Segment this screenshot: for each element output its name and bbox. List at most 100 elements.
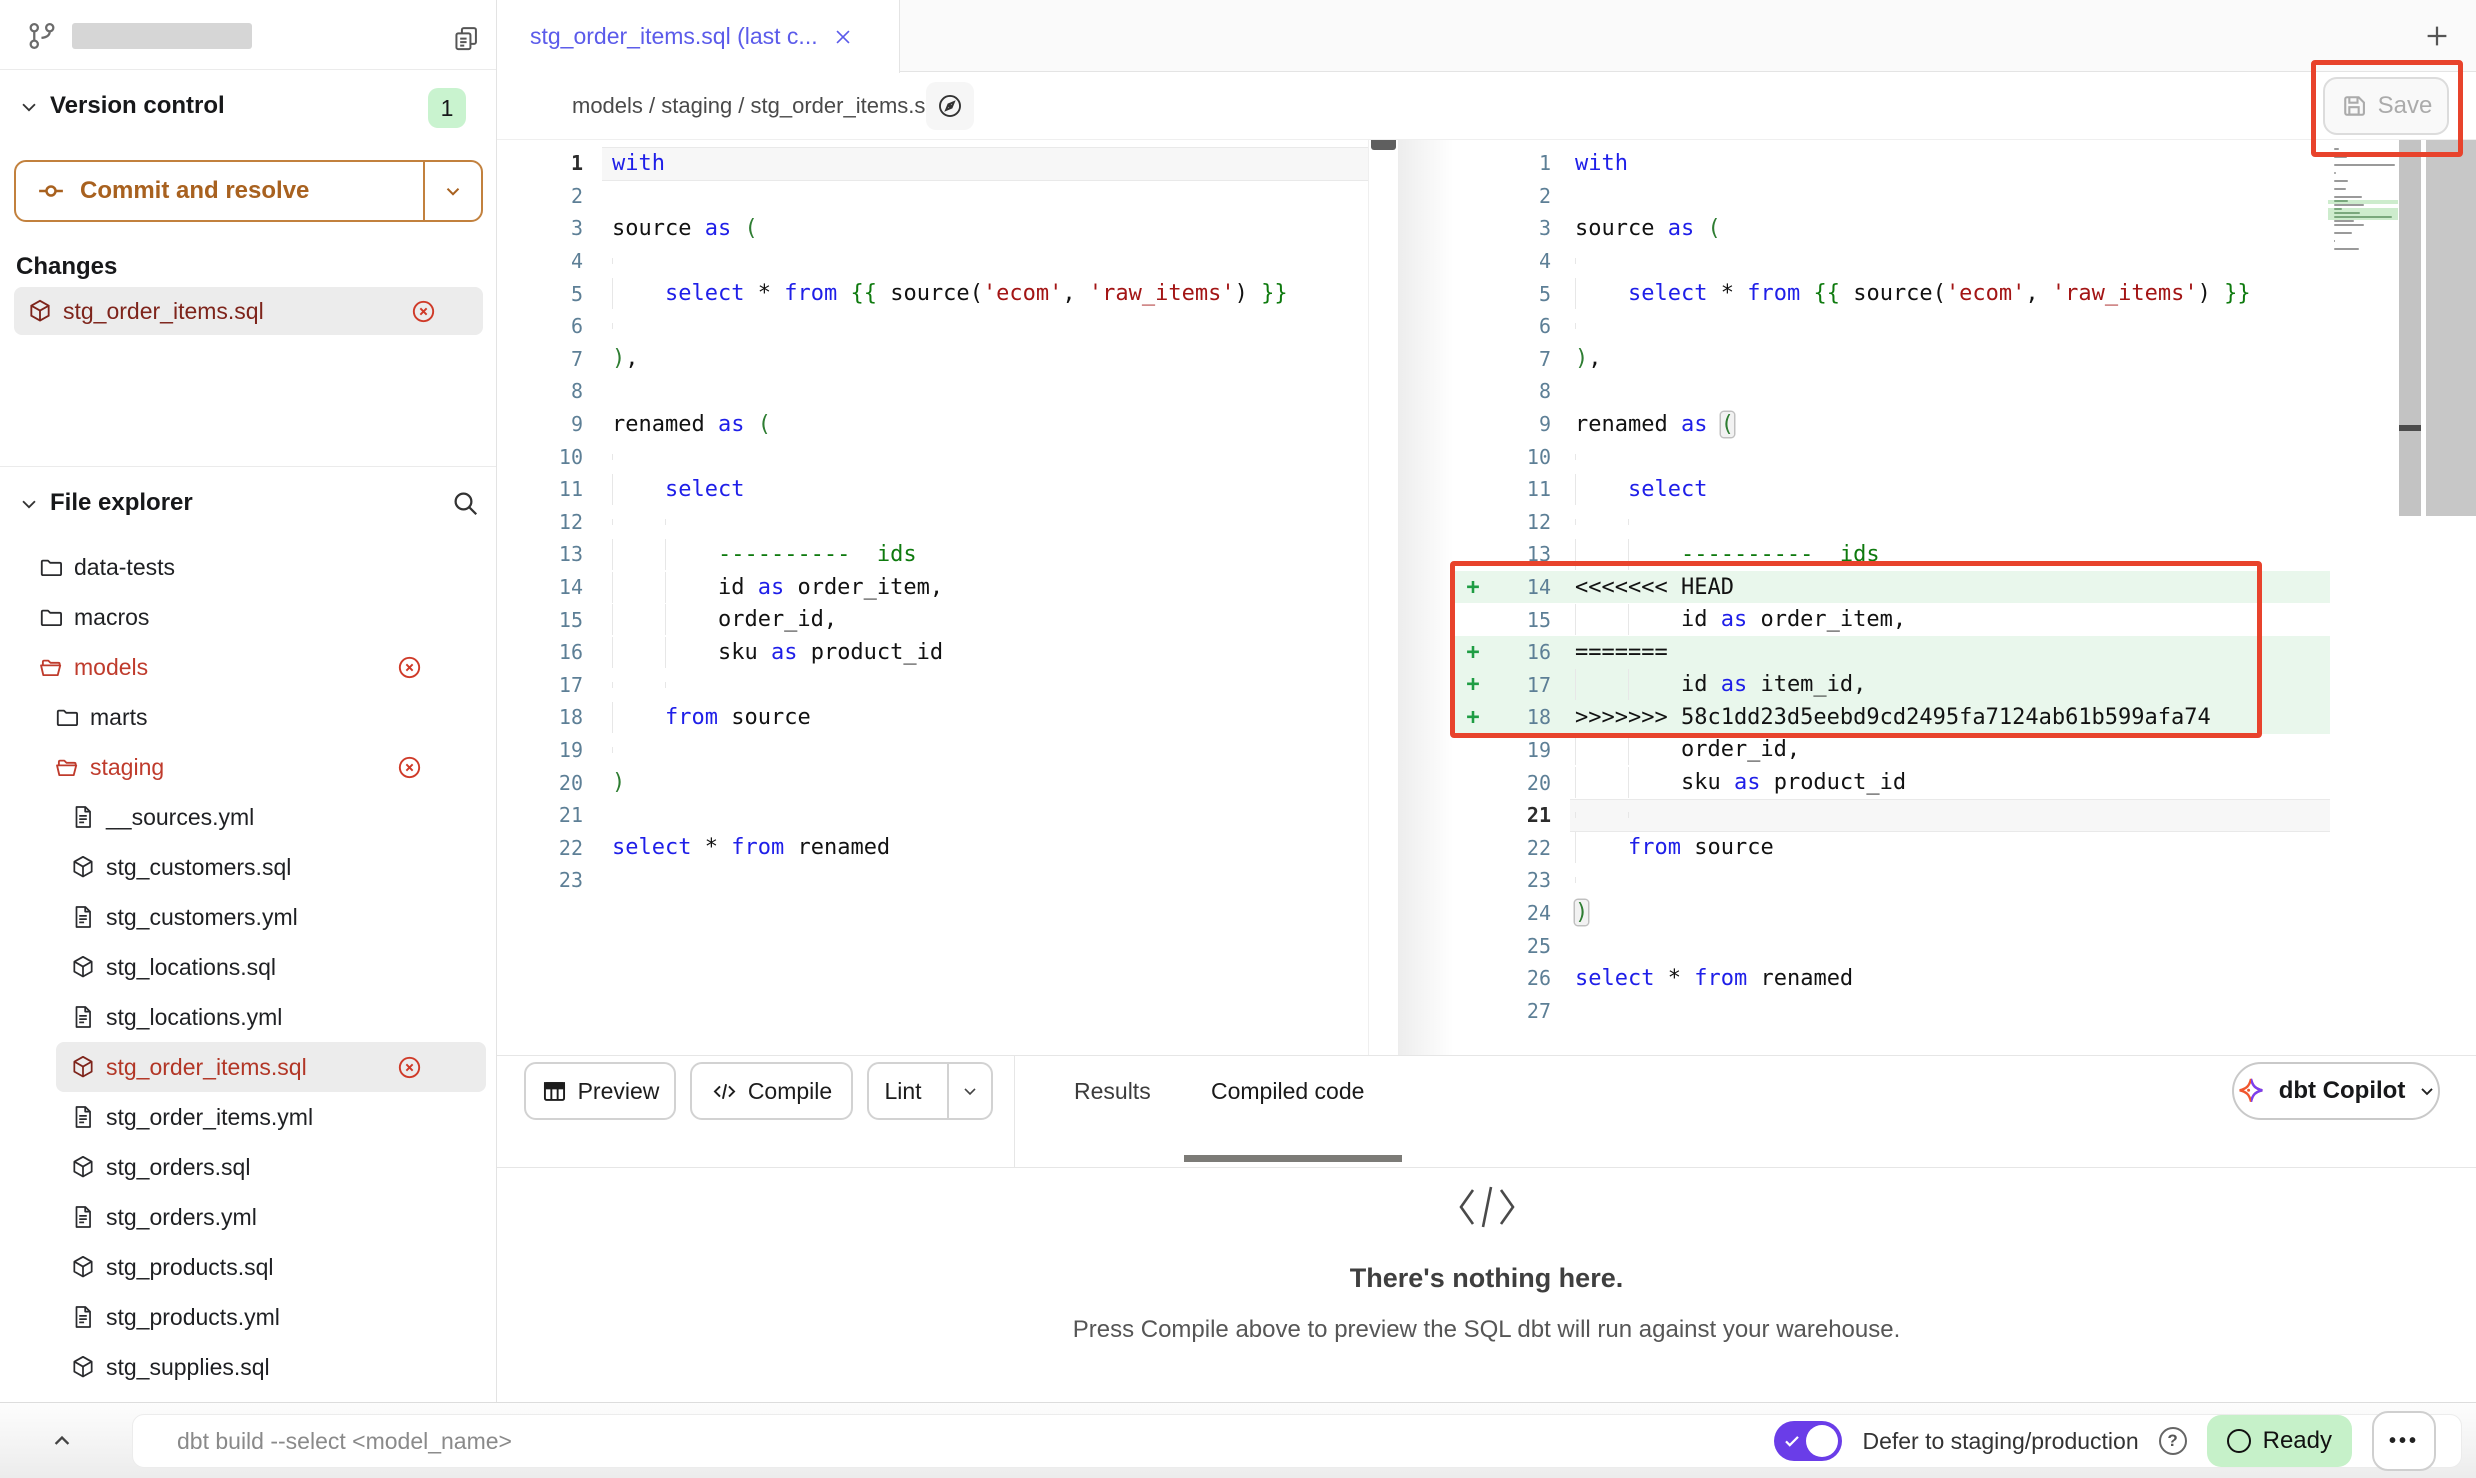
code-line[interactable]: +14<<<<<<< HEAD: [1455, 571, 2330, 604]
preview-button[interactable]: Preview: [524, 1062, 676, 1120]
code-line[interactable]: 23: [1455, 864, 2330, 897]
code-line[interactable]: +16=======: [1455, 636, 2330, 669]
file-row[interactable]: __sources.yml: [0, 792, 496, 842]
code-line[interactable]: 5 select * from {{ source('ecom', 'raw_i…: [1455, 277, 2330, 310]
chevron-down-icon[interactable]: [18, 493, 40, 515]
file-row[interactable]: stg_customers.yml: [0, 892, 496, 942]
save-button[interactable]: Save: [2323, 77, 2449, 135]
code-line[interactable]: 19: [497, 734, 1368, 767]
minimap[interactable]: [2334, 148, 2398, 256]
code-line[interactable]: 17: [497, 669, 1368, 702]
code-line[interactable]: 5 select * from {{ source('ecom', 'raw_i…: [497, 277, 1368, 310]
code-line[interactable]: 10: [497, 440, 1368, 473]
code-line[interactable]: 7),: [1455, 343, 2330, 376]
code-line[interactable]: 26select * from renamed: [1455, 962, 2330, 995]
file-row[interactable]: stg_locations.sql: [0, 942, 496, 992]
code-line[interactable]: 9renamed as (: [1455, 408, 2330, 441]
file-row[interactable]: stg_orders.yml: [0, 1192, 496, 1242]
lint-dropdown-button[interactable]: [947, 1064, 991, 1118]
tab-results[interactable]: Results: [1074, 1056, 1151, 1167]
lint-button[interactable]: Lint: [867, 1062, 993, 1120]
dbt-copilot-button[interactable]: dbt Copilot: [2232, 1062, 2440, 1120]
close-icon[interactable]: [832, 26, 854, 48]
status-ready-badge[interactable]: Ready: [2207, 1415, 2352, 1467]
changed-file-row[interactable]: stg_order_items.sql: [14, 287, 483, 335]
code-line[interactable]: 3source as (: [497, 212, 1368, 245]
code-line[interactable]: 27: [1455, 994, 2330, 1027]
branch-name-placeholder[interactable]: [72, 23, 252, 49]
code-line[interactable]: 9renamed as (: [497, 408, 1368, 441]
circled-x-icon[interactable]: [396, 754, 422, 780]
code-line[interactable]: 4: [1455, 245, 2330, 278]
chevron-up-icon[interactable]: [48, 1427, 76, 1455]
code-line[interactable]: 11 select: [1455, 473, 2330, 506]
commit-dropdown-button[interactable]: [423, 162, 481, 220]
code-line[interactable]: 20): [497, 766, 1368, 799]
code-line[interactable]: 14 id as order_item,: [497, 571, 1368, 604]
code-line[interactable]: 8: [1455, 375, 2330, 408]
file-row[interactable]: stg_supplies.sql: [0, 1342, 496, 1392]
file-row[interactable]: stg_customers.sql: [0, 842, 496, 892]
file-row[interactable]: stg_order_items.yml: [0, 1092, 496, 1142]
file-row[interactable]: stg_orders.sql: [0, 1142, 496, 1192]
code-line[interactable]: 23: [497, 864, 1368, 897]
code-line[interactable]: 10: [1455, 440, 2330, 473]
file-row[interactable]: stg_products.sql: [0, 1242, 496, 1292]
tab-stg-order-items[interactable]: stg_order_items.sql (last c...: [497, 0, 900, 73]
code-line[interactable]: 7),: [497, 343, 1368, 376]
code-line[interactable]: 21: [1455, 799, 2330, 832]
code-line[interactable]: 2: [497, 180, 1368, 213]
copy-icon[interactable]: [452, 24, 480, 52]
file-row[interactable]: marts: [0, 692, 496, 742]
code-line[interactable]: 20 sku as product_id: [1455, 766, 2330, 799]
file-row[interactable]: stg_products.yml: [0, 1292, 496, 1342]
code-line[interactable]: 18 from source: [497, 701, 1368, 734]
file-row[interactable]: stg_order_items.sql: [56, 1042, 486, 1092]
new-tab-button[interactable]: [2422, 21, 2452, 51]
file-row[interactable]: data-tests: [0, 542, 496, 592]
editor-scrollbar[interactable]: [2399, 140, 2421, 516]
code-line[interactable]: 12: [497, 506, 1368, 539]
code-line[interactable]: 11 select: [497, 473, 1368, 506]
chevron-down-icon[interactable]: [18, 96, 40, 118]
search-icon[interactable]: [450, 488, 480, 518]
code-line[interactable]: 6: [1455, 310, 2330, 343]
code-line[interactable]: 15 order_id,: [497, 603, 1368, 636]
code-line[interactable]: 19 order_id,: [1455, 734, 2330, 767]
code-line[interactable]: 12: [1455, 506, 2330, 539]
defer-toggle[interactable]: [1774, 1421, 1842, 1461]
code-line[interactable]: 22 from source: [1455, 831, 2330, 864]
code-line[interactable]: 24): [1455, 897, 2330, 930]
file-row[interactable]: macros: [0, 592, 496, 642]
code-line[interactable]: 13 ---------- ids: [1455, 538, 2330, 571]
tab-compiled-code[interactable]: Compiled code: [1211, 1056, 1364, 1167]
circled-x-icon[interactable]: [396, 1054, 422, 1080]
lineage-icon[interactable]: [926, 82, 974, 130]
code-line[interactable]: 21: [497, 799, 1368, 832]
code-line[interactable]: 25: [1455, 929, 2330, 962]
file-row[interactable]: models: [0, 642, 496, 692]
help-icon[interactable]: ?: [2159, 1427, 2187, 1455]
code-line[interactable]: 6: [497, 310, 1368, 343]
code-editor[interactable]: 1with23source as (45 select * from {{ so…: [497, 140, 2476, 1055]
circled-x-icon[interactable]: [396, 654, 422, 680]
left-pane-scrollbar-thumb[interactable]: [1371, 140, 1396, 150]
code-line[interactable]: 4: [497, 245, 1368, 278]
code-line[interactable]: 3source as (: [1455, 212, 2330, 245]
commit-and-resolve-button[interactable]: Commit and resolve: [14, 160, 483, 222]
code-line[interactable]: 2: [1455, 180, 2330, 213]
window-scrollbar[interactable]: [2424, 140, 2476, 516]
diff-pane-right[interactable]: 1with23source as (45 select * from {{ so…: [1455, 140, 2330, 1027]
discard-change-icon[interactable]: [410, 298, 437, 325]
file-row[interactable]: staging: [0, 742, 496, 792]
code-line[interactable]: 15 id as order_item,: [1455, 603, 2330, 636]
code-line[interactable]: 8: [497, 375, 1368, 408]
more-options-button[interactable]: •••: [2372, 1411, 2436, 1471]
code-line[interactable]: 1with: [497, 147, 1368, 180]
compile-button[interactable]: Compile: [690, 1062, 853, 1120]
code-line[interactable]: 13 ---------- ids: [497, 538, 1368, 571]
code-line[interactable]: 22select * from renamed: [497, 831, 1368, 864]
code-line[interactable]: 16 sku as product_id: [497, 636, 1368, 669]
code-line[interactable]: +18>>>>>>> 58c1dd23d5eebd9cd2495fa7124ab…: [1455, 701, 2330, 734]
file-row[interactable]: stg_locations.yml: [0, 992, 496, 1042]
